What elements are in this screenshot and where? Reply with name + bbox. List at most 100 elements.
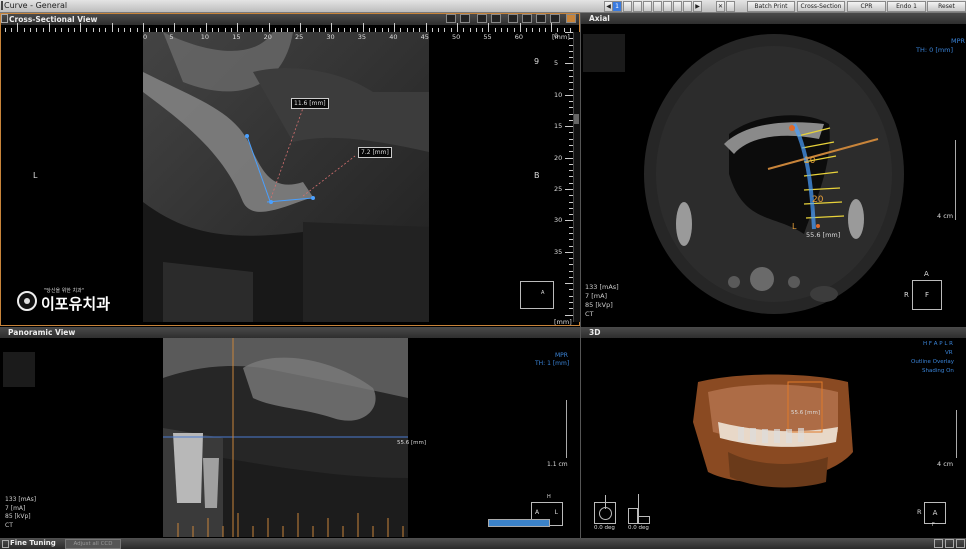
ruler-h-tick [318,28,320,32]
ruler-h-tick [369,28,371,32]
next-page-button[interactable]: ▶ [693,1,702,12]
measure-icon[interactable] [491,14,501,23]
ruler-h-tick [205,23,207,32]
page-indicator[interactable]: 1 [612,1,622,12]
maximize-icon[interactable] [945,539,954,548]
3d-orient-left: R [917,508,922,516]
ruler-h-tick [419,28,421,32]
ruler-h-tick [500,28,502,32]
curve-L-label: L [792,222,797,231]
ruler-h-tick [513,28,515,32]
restore-icon[interactable] [934,539,943,548]
3d-outline-label: Outline Overlay [911,359,955,365]
ruler-h-label: 50 [452,33,461,41]
layout-6-button[interactable] [663,1,672,12]
dropdown-icon[interactable] [550,14,560,23]
batch-print-button[interactable]: Batch Print [747,1,795,12]
ruler-h-tick [256,28,258,32]
layout-8-button[interactable] [683,1,692,12]
axial-orient-top: A [924,270,929,278]
ruler-h-label: 15 [232,33,241,41]
ruler-h-tick [249,28,251,32]
rotation-widget-1[interactable] [594,495,616,524]
ruler-h-tick [73,28,75,32]
ruler-h-label: 55 [483,33,492,41]
panoramic-slider[interactable] [488,519,550,527]
panoramic-thickness: TH: 1 [mm] [535,360,570,367]
ruler-h-tick [99,28,101,32]
ruler-h-tick [337,28,339,32]
ruler-h-tick [155,28,157,32]
menu-handle-icon[interactable] [1,1,3,10]
3d-shading-label: Shading On [922,368,954,374]
panoramic-scale-bar [560,400,567,458]
ruler-v-label: 20 [554,153,563,162]
ruler-h-tick [117,28,119,32]
grid-layout-icon[interactable] [726,1,735,12]
grid-icon[interactable] [460,14,470,23]
layout-5-button[interactable] [653,1,662,12]
axial-orient-left: R [904,291,909,299]
ruler-h-tick [212,28,214,32]
panoramic-title: Panoramic View [0,327,580,338]
copy-icon[interactable] [522,14,532,23]
image-options-icon[interactable] [477,14,487,23]
orientation-right-label: B [534,171,540,180]
ruler-h-tick [287,28,289,32]
layout-7-button[interactable] [673,1,682,12]
3d-volume-render[interactable] [688,372,858,497]
ruler-h-tick [4,28,6,32]
ruler-h-label: 40 [389,33,398,41]
ruler-h-tick [168,28,170,32]
rotation-widget-2[interactable] [628,494,650,524]
panoramic-image[interactable] [163,338,408,537]
3d-measure: 55.6 [mm] [791,410,821,416]
panoramic-line-label: 55.6 [mm] [397,440,427,446]
adjust-all-button[interactable]: Adjust all CCD [65,539,121,549]
ruler-h-tick [438,28,440,32]
layout-2-button[interactable] [623,1,632,12]
ruler-h-tick [17,23,19,32]
measurement-label-1[interactable]: 11.6 [mm] [291,98,329,109]
ruler-h-tick [143,23,144,32]
save-image-icon[interactable] [446,14,456,23]
pane-menu-icon[interactable] [1,14,8,23]
panoramic-info: 133 [mAs] 7 [mA] 85 [kVp] CT [5,496,37,529]
ruler-h-tick [475,28,477,32]
curve-mark-10: 10 [804,156,816,166]
axial-scale: 4 cm [937,212,954,220]
clinic-name: 이포유치과 [41,295,111,313]
collapse-icon[interactable] [2,540,9,548]
cpr-button[interactable]: CPR [847,1,886,12]
measurement-label-2[interactable]: 7.2 [mm] [358,147,392,158]
ruler-h-tick [48,23,50,32]
scrollbar-thumb[interactable] [574,114,579,124]
clipboard-icon[interactable] [508,14,518,23]
vertical-divider[interactable] [580,13,581,538]
ruler-h-tick [199,28,201,32]
lock-icon[interactable] [566,14,576,23]
cross-section-image[interactable] [143,32,429,322]
ruler-h-tick [375,28,377,32]
vertical-scrollbar[interactable] [573,32,580,322]
ruler-v-label: 25 [554,185,563,193]
endo-button[interactable]: Endo 1 [887,1,926,12]
cross-section-button[interactable]: Cross-Section [797,1,845,12]
ruler-v-label: 5 [554,59,559,68]
layout-icon[interactable] [536,14,546,23]
layout-4-button[interactable] [643,1,652,12]
close-layout-icon[interactable]: ✕ [716,1,725,12]
angle-1-label: 0.0 deg [594,525,615,531]
axial-image[interactable] [634,24,914,324]
reset-button[interactable]: Reset [927,1,966,12]
layout-3-button[interactable] [633,1,642,12]
close-panel-icon[interactable] [956,539,965,548]
ruler-h-tick [494,28,496,32]
ruler-h-label: 30 [326,33,335,41]
ruler-v-unit: [mm] [554,318,572,326]
ruler-h-tick [381,28,383,32]
ruler-h-tick [174,23,176,32]
ruler-h-tick [356,28,358,32]
ruler-h-tick [457,23,458,32]
3d-orient-labels[interactable]: H F A P L R [923,341,953,347]
